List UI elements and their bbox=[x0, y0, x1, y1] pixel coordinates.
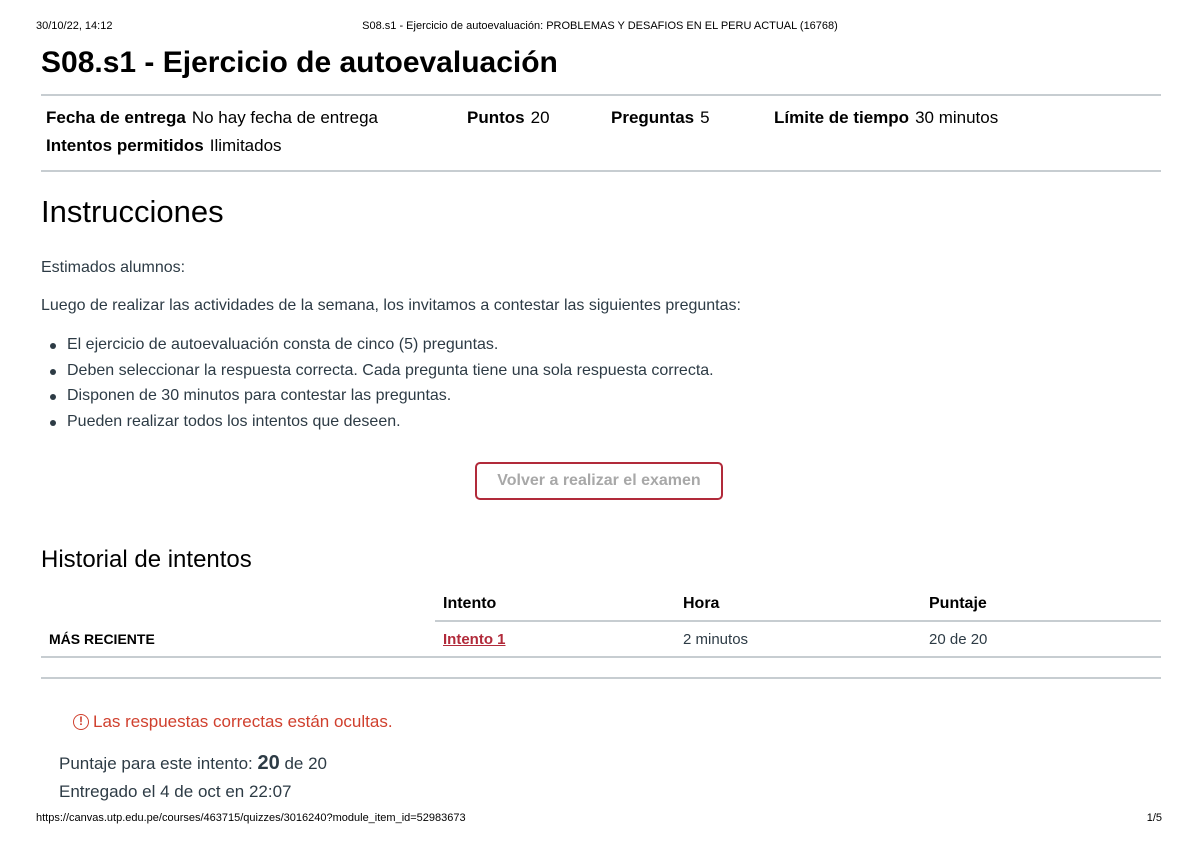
retake-quiz-button[interactable]: Volver a realizar el examen bbox=[475, 462, 723, 500]
time-limit-label: Límite de tiempo bbox=[774, 108, 910, 127]
points-value: 20 bbox=[530, 108, 550, 127]
list-item: El ejercicio de autoevaluación consta de… bbox=[41, 332, 714, 358]
score-prefix: Puntaje para este intento: bbox=[59, 754, 253, 773]
exclamation-circle-icon: ! bbox=[73, 714, 89, 730]
points-label: Puntos bbox=[467, 108, 525, 127]
attempt-link[interactable]: Intento 1 bbox=[443, 631, 506, 648]
list-item: Deben seleccionar la respuesta correcta.… bbox=[41, 358, 714, 384]
list-item: Pueden realizar todos los intentos que d… bbox=[41, 409, 714, 435]
print-doc-title: S08.s1 - Ejercicio de autoevaluación: PR… bbox=[362, 20, 838, 32]
print-url: https://canvas.utp.edu.pe/courses/463715… bbox=[36, 812, 466, 824]
column-header-score: Puntaje bbox=[921, 588, 1161, 622]
attempt-cell: Intento 1 bbox=[435, 621, 675, 658]
due-date-label: Fecha de entrega bbox=[46, 108, 186, 127]
page-counter: 1/5 bbox=[1146, 812, 1162, 824]
quiz-content: S08.s1 - Ejercicio de autoevaluación Fec… bbox=[41, 44, 1161, 801]
divider bbox=[41, 170, 1161, 172]
instructions-heading: Instrucciones bbox=[41, 194, 224, 229]
submitted-timestamp: Entregado el 4 de oct en 22:07 bbox=[59, 782, 292, 801]
quiz-details: Fecha de entrega No hay fecha de entrega … bbox=[41, 96, 1161, 170]
table-header-row: Intento Hora Puntaje bbox=[41, 588, 1161, 622]
table-row: MÁS RECIENTE Intento 1 2 minutos 20 de 2… bbox=[41, 621, 1161, 658]
allowed-attempts-detail: Intentos permitidos Ilimitados bbox=[46, 136, 282, 156]
score-value: 20 bbox=[257, 752, 280, 774]
list-item: Disponen de 30 minutos para contestar la… bbox=[41, 383, 714, 409]
attempt-score-summary: Puntaje para este intento: 20 de 20 bbox=[59, 752, 327, 775]
instructions-section: Instrucciones bbox=[41, 194, 224, 230]
column-header-time: Hora bbox=[675, 588, 921, 622]
time-limit-value: 30 minutos bbox=[915, 108, 999, 127]
score-suffix: de 20 bbox=[284, 754, 328, 773]
due-date-value: No hay fecha de entrega bbox=[191, 108, 379, 127]
questions-value: 5 bbox=[700, 108, 710, 127]
questions-detail: Preguntas 5 bbox=[611, 108, 710, 128]
print-header: 30/10/22, 14:12 S08.s1 - Ejercicio de au… bbox=[36, 20, 1164, 36]
hidden-answers-notice: ! Las respuestas correctas están ocultas… bbox=[73, 712, 393, 732]
allowed-attempts-value: Ilimitados bbox=[209, 136, 282, 155]
time-limit-detail: Límite de tiempo 30 minutos bbox=[774, 108, 998, 128]
divider bbox=[41, 677, 1161, 679]
attempt-history-table: Intento Hora Puntaje MÁS RECIENTE Intent… bbox=[41, 588, 1161, 658]
due-date-detail: Fecha de entrega No hay fecha de entrega bbox=[46, 108, 378, 128]
column-header-attempt: Intento bbox=[435, 588, 675, 622]
questions-label: Preguntas bbox=[611, 108, 695, 127]
instructions-list: El ejercicio de autoevaluación consta de… bbox=[41, 332, 714, 434]
instructions-greeting: Estimados alumnos: bbox=[41, 259, 186, 276]
attempt-row-label: MÁS RECIENTE bbox=[41, 621, 435, 658]
attempt-score-cell: 20 de 20 bbox=[921, 621, 1161, 658]
attempt-time-cell: 2 minutos bbox=[675, 621, 921, 658]
instructions-intro: Luego de realizar las actividades de la … bbox=[41, 297, 741, 314]
points-detail: Puntos 20 bbox=[467, 108, 550, 128]
print-footer: https://canvas.utp.edu.pe/courses/463715… bbox=[36, 812, 1164, 828]
page-title: S08.s1 - Ejercicio de autoevaluación bbox=[41, 46, 558, 79]
hidden-answers-text: Las respuestas correctas están ocultas. bbox=[93, 712, 393, 731]
allowed-attempts-label: Intentos permitidos bbox=[46, 136, 204, 155]
column-header bbox=[41, 588, 435, 621]
attempt-history-heading: Historial de intentos bbox=[41, 546, 252, 573]
